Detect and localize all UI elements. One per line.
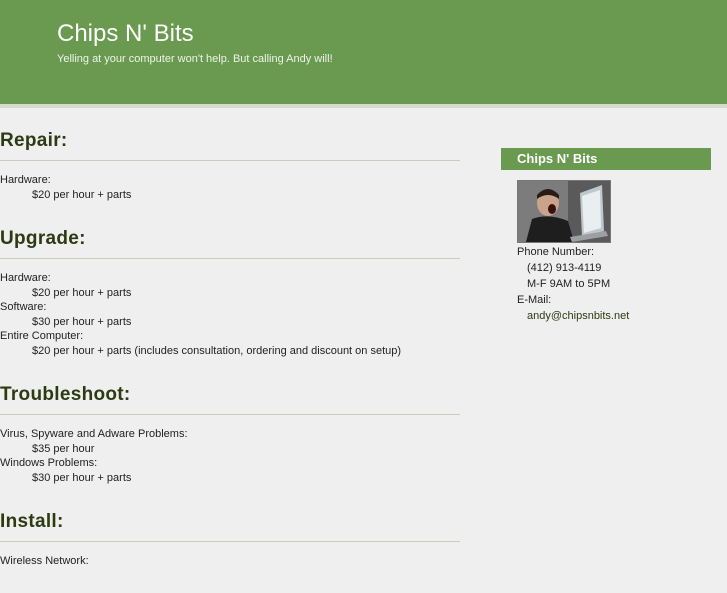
site-header: Chips N' Bits Yelling at your computer w… bbox=[0, 0, 727, 108]
price-list: Hardware: $20 per hour + parts bbox=[0, 173, 460, 202]
section-troubleshoot: Troubleshoot: Virus, Spyware and Adware … bbox=[0, 382, 460, 485]
phone-number: (412) 913-4119 bbox=[527, 262, 602, 274]
business-hours: M-F 9AM to 5PM bbox=[527, 278, 611, 290]
phone-label: Phone Number: bbox=[517, 246, 595, 258]
section-install: Install: Wireless Network: bbox=[0, 509, 460, 569]
section-repair: Repair: Hardware: $20 per hour + parts bbox=[0, 128, 460, 202]
section-heading: Install: bbox=[0, 509, 460, 542]
sidebar: Chips N' Bits Phone Number: (412) 913-41… bbox=[501, 148, 711, 324]
section-heading: Repair: bbox=[0, 128, 460, 161]
service-name: Wireless Network: bbox=[0, 555, 89, 567]
email-row: andy@chipsnbits.net bbox=[517, 308, 711, 324]
price-list: Virus, Spyware and Adware Problems: $35 … bbox=[0, 427, 460, 485]
sidebar-title: Chips N' Bits bbox=[501, 148, 711, 170]
email-link[interactable]: andy@chipsnbits.net bbox=[527, 310, 629, 322]
service-name: Virus, Spyware and Adware Problems: bbox=[0, 428, 188, 440]
email-label: E-Mail: bbox=[517, 294, 552, 306]
service-price: $20 per hour + parts (includes consultat… bbox=[32, 344, 402, 357]
service-price: $20 per hour + parts bbox=[32, 188, 132, 201]
section-heading: Upgrade: bbox=[0, 226, 460, 259]
section-heading: Troubleshoot: bbox=[0, 382, 460, 415]
service-name: Windows Problems: bbox=[0, 457, 98, 469]
section-upgrade: Upgrade: Hardware: $20 per hour + parts … bbox=[0, 226, 460, 358]
service-name: Entire Computer: bbox=[0, 330, 84, 342]
service-name: Software: bbox=[0, 301, 47, 313]
price-list: Hardware: $20 per hour + parts Software:… bbox=[0, 271, 460, 358]
service-price: $35 per hour bbox=[32, 442, 95, 455]
main-content: Repair: Hardware: $20 per hour + parts U… bbox=[0, 128, 460, 593]
service-name: Hardware: bbox=[0, 272, 51, 284]
price-list: Wireless Network: bbox=[0, 554, 460, 569]
service-price: $30 per hour + parts bbox=[32, 471, 132, 484]
service-price: $30 per hour + parts bbox=[32, 315, 132, 328]
person-yelling-at-laptop-icon bbox=[517, 180, 611, 243]
site-title[interactable]: Chips N' Bits bbox=[57, 20, 194, 48]
service-price: $20 per hour + parts bbox=[32, 286, 132, 299]
contact-info: Phone Number: (412) 913-4119 M-F 9AM to … bbox=[501, 170, 711, 324]
site-tagline: Yelling at your computer won't help. But… bbox=[57, 53, 333, 65]
service-name: Hardware: bbox=[0, 174, 51, 186]
